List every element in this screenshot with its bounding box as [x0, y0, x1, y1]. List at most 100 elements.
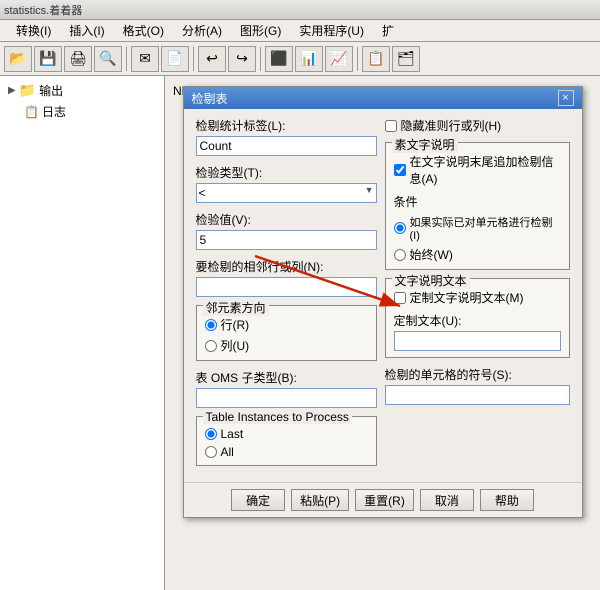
right-content: NEW FILE. 检剔表 × 检剔统计标签(L): [165, 76, 600, 590]
dialog-close-button[interactable]: × [558, 90, 574, 106]
table-instances-title: Table Instances to Process [203, 410, 352, 424]
toolbar-open[interactable]: 📂 [4, 46, 32, 72]
add-info-label: 在文字说明末尾追加检剔信息(A) [410, 153, 561, 187]
row-radio[interactable] [205, 319, 217, 331]
menu-bar: 转换(I) 插入(I) 格式(O) 分析(A) 图形(G) 实用程序(U) 扩 [0, 20, 600, 42]
oms-subtype-label: 表 OMS 子类型(B): [196, 369, 377, 386]
toolbar-btn12[interactable]: 📈 [325, 46, 353, 72]
separator-2 [193, 47, 194, 71]
custom-text-label: 定制文字说明文本(M) [410, 289, 524, 306]
separator-4 [357, 47, 358, 71]
symbol-group: 检剔的单元格的符号(S): [385, 366, 570, 405]
oms-subtype-input[interactable] [196, 388, 377, 408]
always-radio[interactable] [394, 249, 406, 261]
menu-format[interactable]: 格式(O) [115, 20, 172, 41]
menu-expand[interactable]: 扩 [374, 20, 402, 41]
element-desc-section: 素文字说明 在文字说明末尾追加检剔信息(A) 条件 如果实际已对单元格 [385, 142, 570, 270]
all-radio-label: All [221, 445, 234, 459]
toolbar-undo[interactable]: ↩ [198, 46, 226, 72]
toolbar-search[interactable]: 🔍 [94, 46, 122, 72]
adjacent-group: 要检剔的相邻行或列(N): [196, 258, 377, 297]
ok-button[interactable]: 确定 [231, 489, 285, 511]
dialog-right-column: 隐藏准则行或列(H) 素文字说明 在文字说明末尾追加检剔信息(A) 条件 [385, 117, 570, 474]
toolbar-print[interactable]: 🖨 [64, 46, 92, 72]
always-label: 始终(W) [410, 246, 453, 263]
last-radio[interactable] [205, 428, 217, 440]
tree-item-output[interactable]: ▶ 📁 输出 [0, 80, 164, 101]
help-button[interactable]: 帮助 [480, 489, 534, 511]
check-stat-label-input[interactable] [196, 136, 377, 156]
menu-utilities[interactable]: 实用程序(U) [291, 20, 372, 41]
all-radio[interactable] [205, 446, 217, 458]
condition-radio-group: 如果实际已对单元格进行检剔(I) 始终(W) [394, 214, 561, 263]
tree-label-output: 输出 [39, 82, 63, 99]
condition-group: 条件 如果实际已对单元格进行检剔(I) 始终(W) [394, 193, 561, 263]
toolbar-btn6[interactable]: 📄 [161, 46, 189, 72]
neighbor-direction-section: 邻元素方向 行(R) 列(U) [196, 305, 377, 361]
col-radio-label: 列(U) [221, 337, 250, 354]
menu-graph[interactable]: 图形(G) [232, 20, 289, 41]
text-desc-section: 文字说明文本 定制文字说明文本(M) 定制文本(U): [385, 278, 570, 358]
check-stat-label-label: 检剔统计标签(L): [196, 117, 377, 134]
always-radio-item: 始终(W) [394, 246, 561, 263]
table-instances-section: Table Instances to Process Last All [196, 416, 377, 466]
tree-label-log: 日志 [42, 103, 66, 120]
if-actual-radio-item: 如果实际已对单元格进行检剔(I) [394, 214, 561, 242]
check-value-input[interactable] [196, 230, 377, 250]
paste-button[interactable]: 粘贴(P) [291, 489, 349, 511]
dialog-title-bar: 检剔表 × [184, 87, 582, 109]
if-actual-label: 如果实际已对单元格进行检剔(I) [410, 214, 561, 242]
custom-text-checkbox[interactable] [394, 292, 406, 304]
check-type-group: 检验类型(T): < > = [196, 164, 377, 203]
check-value-label: 检验值(V): [196, 211, 377, 228]
app-title: statistics.着着器 [4, 2, 82, 18]
toolbar-btn11[interactable]: 📊 [295, 46, 323, 72]
hide-row-col-checkbox-item: 隐藏准则行或列(H) [385, 117, 570, 134]
adjacent-input[interactable] [196, 277, 377, 297]
hide-row-col-label: 隐藏准则行或列(H) [401, 117, 502, 134]
if-actual-radio[interactable] [394, 222, 406, 234]
menu-insert[interactable]: 插入(I) [61, 20, 112, 41]
condition-section-label: 条件 [394, 193, 561, 210]
check-stat-label-group: 检剔统计标签(L): [196, 117, 377, 156]
dialog-body: 检剔统计标签(L): 检验类型(T): < > = [184, 109, 582, 482]
dialog-left-column: 检剔统计标签(L): 检验类型(T): < > = [196, 117, 377, 474]
separator-1 [126, 47, 127, 71]
title-bar: statistics.着着器 [0, 0, 600, 20]
dialog-title-text: 检剔表 [192, 90, 228, 107]
toolbar-btn13[interactable]: 📋 [362, 46, 390, 72]
col-radio[interactable] [205, 340, 217, 352]
toolbar-redo[interactable]: ↪ [228, 46, 256, 72]
tree-item-log[interactable]: 📋 日志 [0, 101, 164, 122]
output-folder-icon: 📁 [19, 82, 36, 99]
toolbar-btn10[interactable]: ⬛ [265, 46, 293, 72]
check-value-group: 检验值(V): [196, 211, 377, 250]
reset-button[interactable]: 重置(R) [355, 489, 414, 511]
oms-subtype-group: 表 OMS 子类型(B): [196, 369, 377, 408]
toolbar-btn14[interactable]: 🗂 [392, 46, 420, 72]
row-radio-label: 行(R) [221, 316, 250, 333]
add-info-checkbox[interactable] [394, 164, 406, 176]
hide-row-col-checkbox[interactable] [385, 120, 397, 132]
log-icon: 📋 [24, 105, 39, 119]
all-radio-item: All [205, 445, 368, 459]
row-radio-item: 行(R) [205, 316, 368, 333]
toolbar-save[interactable]: 💾 [34, 46, 62, 72]
menu-analyze[interactable]: 分析(A) [174, 20, 230, 41]
custom-text-checkbox-item: 定制文字说明文本(M) [394, 289, 561, 306]
menu-convert[interactable]: 转换(I) [8, 20, 59, 41]
table-instances-radio-group: Last All [205, 427, 368, 459]
check-type-select[interactable]: < > = [196, 183, 377, 203]
dialog: 检剔表 × 检剔统计标签(L): 检验类型(T): [183, 86, 583, 518]
symbol-input[interactable] [385, 385, 570, 405]
custom-text-value-label: 定制文本(U): [394, 312, 561, 329]
neighbor-direction-title: 邻元素方向 [203, 299, 269, 316]
adjacent-label: 要检剔的相邻行或列(N): [196, 258, 377, 275]
direction-radio-group: 行(R) 列(U) [205, 316, 368, 354]
check-type-select-wrapper: < > = [196, 183, 377, 203]
last-radio-label: Last [221, 427, 244, 441]
custom-text-value-input[interactable] [394, 331, 561, 351]
toolbar-btn5[interactable]: ✉ [131, 46, 159, 72]
cancel-button[interactable]: 取消 [420, 489, 474, 511]
main-area: ▶ 📁 输出 📋 日志 NEW FILE. 检剔表 × [0, 76, 600, 590]
